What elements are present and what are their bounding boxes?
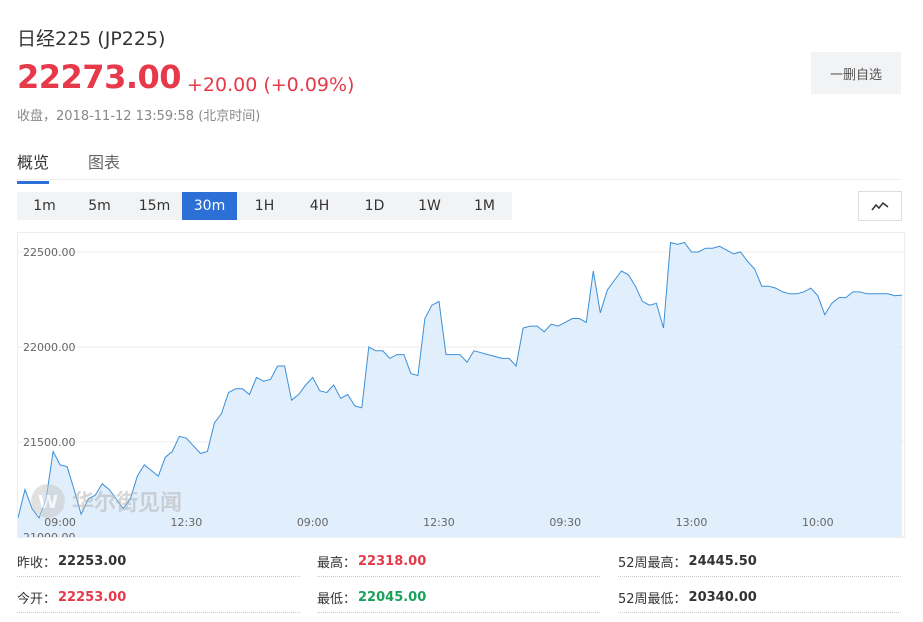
x-tick-label: 12:30 [423,516,455,529]
remove-watchlist-button[interactable]: 一删自选 [811,52,901,94]
period-1h[interactable]: 1H [237,192,292,220]
price-chart-svg: 22500.00 22000.00 21500.00 21000.00 09:00 12… [17,241,923,544]
y-tick-label: 21000.00 [23,531,76,537]
stat-low: 最低： 22045.00 [317,582,600,613]
period-30m[interactable]: 30m [182,192,237,220]
x-tick-label: 13:00 [676,516,708,529]
price-chart[interactable]: 22500.00 22000.00 21500.00 21000.00 09:00 12… [17,232,923,544]
last-price: 22273.00 [17,58,182,96]
x-tick-label: 09:30 [549,516,581,529]
period-15m[interactable]: 15m [127,192,182,220]
period-selector: 1m 5m 15m 30m 1H 4H 1D 1W 1M [17,192,512,220]
period-5m[interactable]: 5m [72,192,127,220]
y-tick-label: 22000.00 [23,341,76,354]
period-1mo[interactable]: 1M [457,192,512,220]
y-tick-label: 21500.00 [23,436,76,449]
line-chart-icon [871,201,889,211]
x-tick-label: 12:30 [171,516,203,529]
tab-overview[interactable]: 概览 [17,149,50,184]
stat-high: 最高： 22318.00 [317,546,600,577]
watermark: W 华尔街见闻 [31,484,182,518]
watermark-logo-letter: W [38,492,58,513]
instrument-title: 日经225 (JP225) [17,28,166,50]
period-1w[interactable]: 1W [402,192,457,220]
period-1m[interactable]: 1m [17,192,72,220]
tab-bar: 概览 图表 [17,145,901,184]
x-tick-label: 09:00 [297,516,329,529]
tab-chart[interactable]: 图表 [88,149,120,181]
stat-open: 今开： 22253.00 [17,582,300,613]
period-4h[interactable]: 4H [292,192,347,220]
stat-prev-close: 昨收： 22253.00 [17,546,300,577]
chart-type-button[interactable] [858,191,902,221]
stat-52w-low: 52周最低： 20340.00 [618,582,901,613]
y-tick-label: 22500.00 [23,246,76,259]
watermark-text: 华尔街见闻 [72,490,182,516]
price-change: +20.00 (+0.09%) [187,74,355,96]
stat-52w-high: 52周最高： 24445.50 [618,546,901,577]
period-1d[interactable]: 1D [347,192,402,220]
market-status: 收盘，2018-11-12 13:59:58 (北京时间) [17,109,261,124]
x-tick-label: 10:00 [802,516,834,529]
